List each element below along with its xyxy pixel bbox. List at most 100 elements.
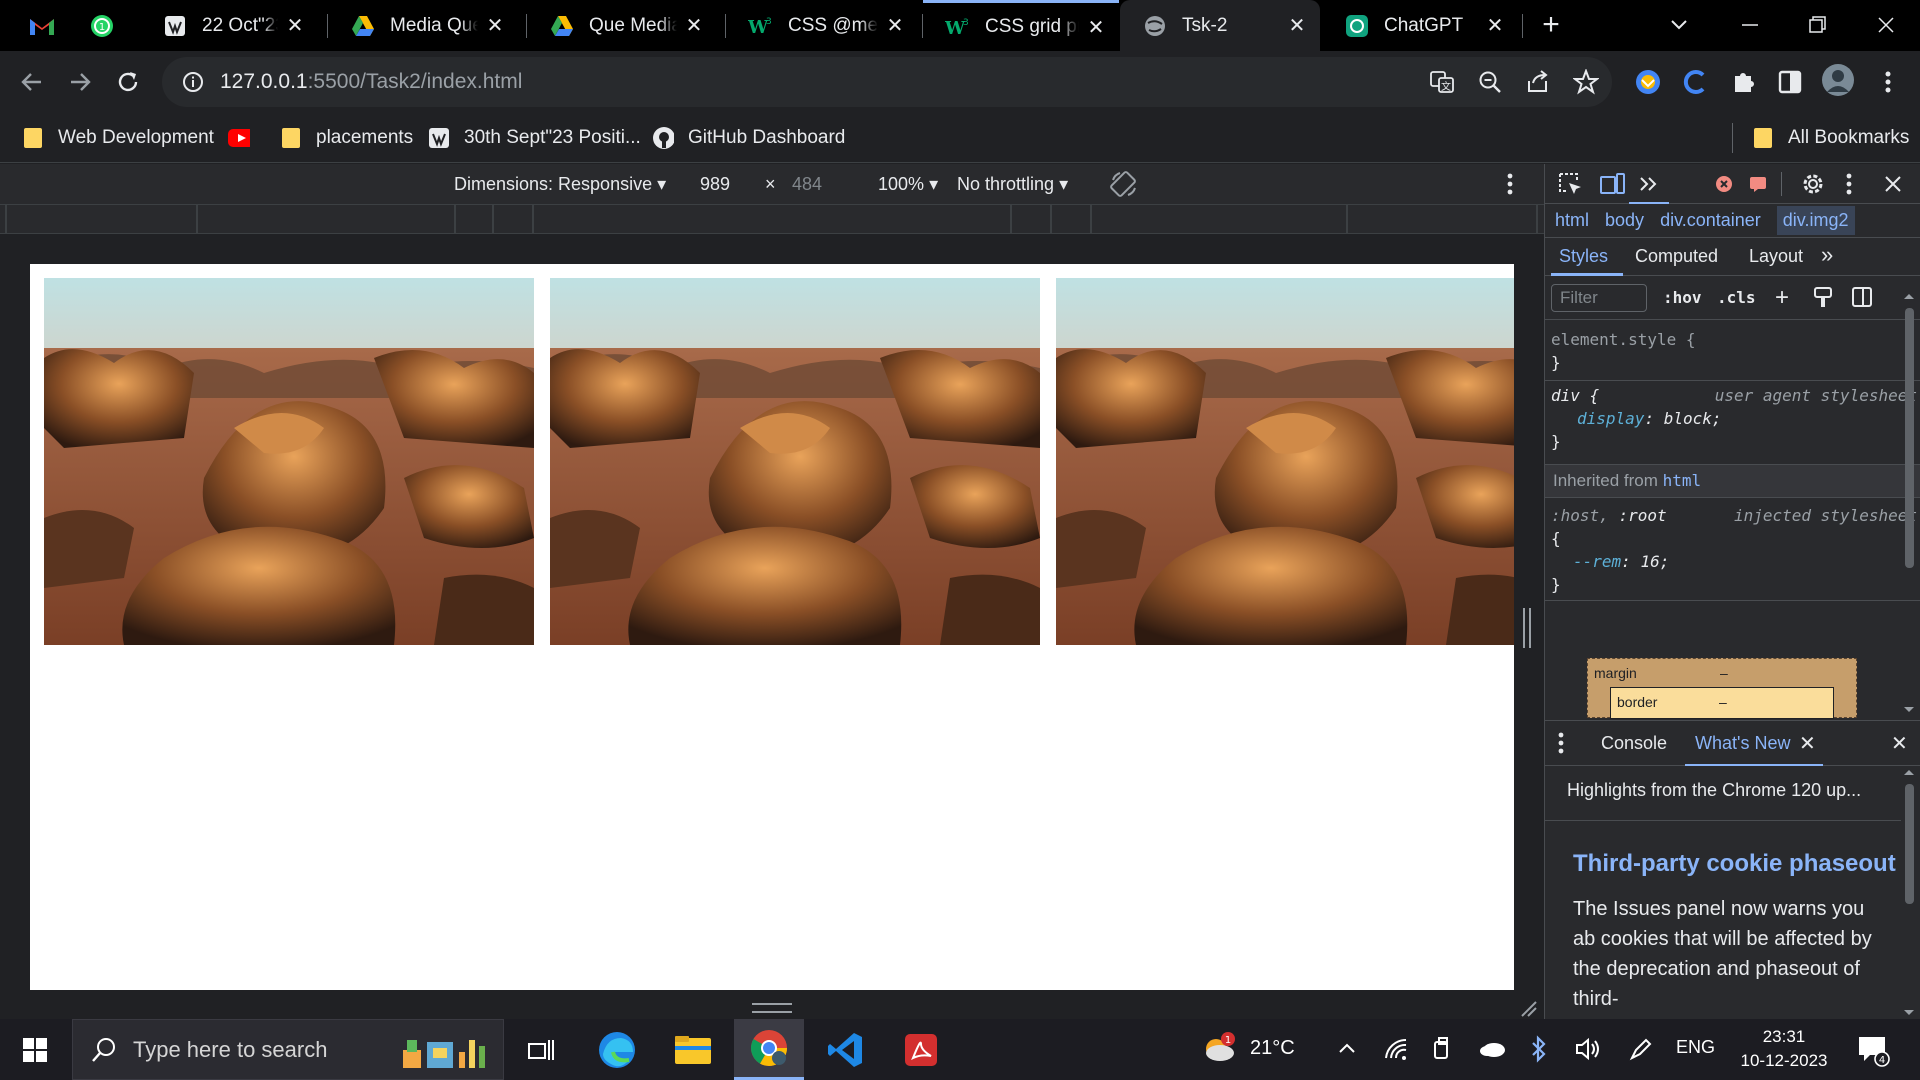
wifi-icon[interactable] (1382, 1036, 1408, 1062)
close-drawer-icon[interactable]: ✕ (1891, 731, 1908, 756)
site-info-icon[interactable] (182, 71, 204, 93)
whats-new-headline[interactable]: Third-party cookie phaseout (1573, 850, 1896, 878)
edge-icon[interactable] (582, 1019, 652, 1080)
volume-icon[interactable] (1574, 1036, 1602, 1062)
pen-icon[interactable] (1628, 1036, 1654, 1062)
close-devtools-icon[interactable] (1881, 172, 1905, 196)
width-input[interactable]: 989 (700, 174, 730, 195)
close-window-button[interactable] (1866, 12, 1906, 38)
address-bar[interactable]: 127.0.0.1:5500/Task2/index.html 文 (162, 57, 1612, 107)
styles-scrollbar[interactable] (1901, 290, 1917, 716)
cls-toggle[interactable]: .cls (1717, 288, 1756, 307)
profile-avatar[interactable] (1820, 62, 1856, 98)
taskbar-search[interactable]: Type here to search (72, 1019, 504, 1080)
bottom-resize-handle[interactable] (752, 1003, 792, 1013)
close-icon[interactable]: ✕ (1484, 13, 1506, 38)
bookmark-web-development[interactable]: Web Development (22, 113, 214, 163)
corner-resize-handle[interactable] (1518, 998, 1538, 1018)
file-explorer-icon[interactable] (658, 1019, 728, 1080)
styles-filter-input[interactable]: Filter (1551, 284, 1647, 312)
tab-whatsapp[interactable]: 1 (80, 0, 124, 51)
height-input[interactable]: 484 (792, 174, 822, 195)
throttling-select[interactable]: No throttling ▾ (957, 174, 1068, 195)
inspect-element-icon[interactable] (1557, 171, 1583, 197)
onedrive-icon[interactable] (1478, 1038, 1506, 1058)
devtools-more-icon[interactable] (1845, 172, 1853, 196)
breadcrumb-body[interactable]: body (1605, 210, 1644, 231)
close-icon[interactable]: ✕ (1085, 15, 1107, 40)
close-icon[interactable]: ✕ (1799, 731, 1816, 756)
drawer-menu-icon[interactable] (1557, 731, 1565, 755)
tab-layout[interactable]: Layout (1749, 246, 1803, 267)
close-icon[interactable]: ✕ (683, 13, 705, 38)
close-icon[interactable]: ✕ (1286, 13, 1308, 38)
settings-gear-icon[interactable] (1801, 172, 1825, 196)
tab-css-media[interactable]: W3 CSS @media Rule ✕ (726, 0, 918, 51)
tab-oct-task[interactable]: 22 Oct"23 Task ✕ (140, 0, 318, 51)
reload-icon[interactable] (110, 64, 146, 100)
tab-que-media[interactable]: Que Media Que ✕ (527, 0, 717, 51)
right-resize-handle[interactable] (1523, 608, 1531, 648)
tab-search-icon[interactable] (1664, 12, 1694, 38)
tab-whats-new[interactable]: What's New (1695, 733, 1790, 754)
extensions-puzzle-icon[interactable] (1726, 64, 1762, 100)
forward-icon[interactable] (62, 64, 98, 100)
notifications-icon[interactable]: 4 (1856, 1033, 1890, 1067)
tab-gmail[interactable] (20, 0, 64, 51)
element-style-selector[interactable]: element.style { (1545, 330, 1920, 349)
issues-icon[interactable] (1749, 175, 1767, 193)
all-bookmarks[interactable]: All Bookmarks (1752, 113, 1909, 163)
task-view-icon[interactable] (506, 1019, 576, 1080)
share-icon[interactable] (1520, 64, 1556, 100)
chrome-menu-icon[interactable] (1870, 64, 1906, 100)
new-tab-button[interactable]: + (1535, 9, 1567, 41)
device-more-icon[interactable] (1506, 172, 1514, 196)
error-icon[interactable] (1715, 175, 1733, 193)
tab-computed[interactable]: Computed (1635, 246, 1718, 267)
bookmark-star-icon[interactable] (1568, 64, 1604, 100)
rotate-icon[interactable] (1110, 170, 1138, 198)
drawer-scrollbar[interactable] (1901, 766, 1917, 1019)
side-panel-icon[interactable] (1772, 64, 1808, 100)
meet-now-icon[interactable] (1432, 1036, 1454, 1062)
bookmark-placements[interactable]: placements (280, 113, 413, 163)
breadcrumb-html[interactable]: html (1555, 210, 1589, 231)
acrobat-icon[interactable] (886, 1019, 956, 1080)
tab-tsk2[interactable]: Tsk-2 ✕ (1120, 0, 1320, 51)
vscode-icon[interactable] (810, 1019, 880, 1080)
tray-chevron-icon[interactable] (1336, 1037, 1358, 1059)
more-panels-icon[interactable] (1629, 164, 1669, 204)
inherited-link[interactable]: html (1663, 471, 1702, 490)
tab-media-queries[interactable]: Media Queries ✕ (328, 0, 518, 51)
close-icon[interactable]: ✕ (884, 13, 906, 38)
extension-wappalyzer-icon[interactable] (1630, 64, 1666, 100)
more-tabs-icon[interactable]: » (1821, 242, 1833, 268)
media-query-ruler[interactable] (0, 204, 1544, 235)
device-toggle-icon[interactable] (1599, 171, 1625, 197)
tab-styles[interactable]: Styles (1559, 246, 1608, 267)
hov-toggle[interactable]: :hov (1663, 288, 1702, 307)
restore-button[interactable] (1797, 12, 1837, 38)
bookmark-youtube[interactable] (228, 113, 264, 163)
sidebar-toggle-icon[interactable] (1851, 286, 1873, 308)
box-model-margin[interactable]: margin – border – (1587, 658, 1857, 719)
box-model-border[interactable]: border – (1610, 687, 1834, 719)
tab-chatgpt[interactable]: ChatGPT ✕ (1322, 0, 1518, 51)
bluetooth-icon[interactable] (1530, 1035, 1548, 1063)
paint-icon[interactable] (1813, 286, 1833, 308)
zoom-select[interactable]: 100% ▾ (878, 174, 938, 195)
dimensions-select[interactable]: Dimensions: Responsive ▾ (454, 174, 666, 195)
highlights-text[interactable]: Highlights from the Chrome 120 up... (1567, 780, 1861, 801)
zoom-icon[interactable] (1472, 64, 1508, 100)
tab-css-grid[interactable]: W3 CSS grid property ✕ (923, 0, 1119, 51)
clock[interactable]: 23:31 10-12-2023 (1734, 1025, 1834, 1073)
new-rule-icon[interactable]: + (1775, 284, 1789, 312)
minimize-button[interactable] (1730, 12, 1770, 38)
bookmark-github-dashboard[interactable]: GitHub Dashboard (652, 113, 845, 163)
extension-c-icon[interactable] (1678, 64, 1714, 100)
close-icon[interactable]: ✕ (284, 13, 306, 38)
breadcrumb-img2[interactable]: div.img2 (1776, 206, 1855, 235)
back-icon[interactable] (14, 64, 50, 100)
translate-icon[interactable]: 文 (1424, 64, 1460, 100)
chrome-taskbar-icon[interactable] (734, 1019, 804, 1080)
